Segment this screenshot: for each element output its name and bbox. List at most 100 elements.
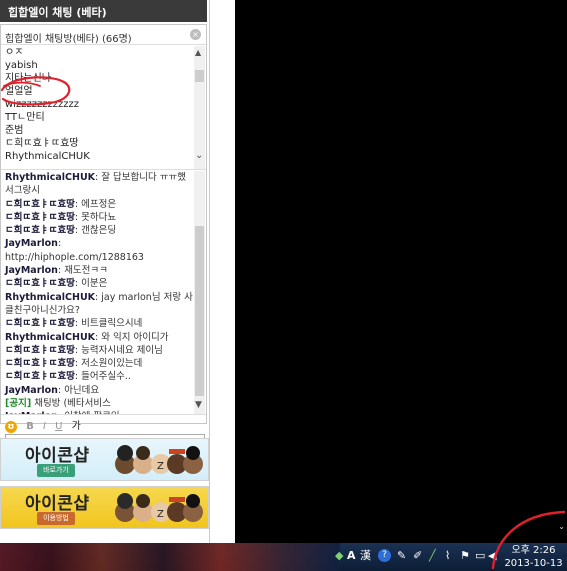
message-nick[interactable]: JayMarlon <box>5 385 58 396</box>
message-text: 아닌데요 <box>64 384 100 396</box>
eraser-icon[interactable]: ╱ <box>429 548 436 564</box>
message-nick[interactable]: ㄷ희ㄸ효ㅑㄸ효땅 <box>5 358 75 369</box>
chat-message: ㄷ희ㄸ효ㅑㄸ효땅: 못하다뇨 <box>1 211 206 224</box>
chat-message: JayMarlon: 아닌데요 <box>1 384 206 397</box>
message-nick[interactable]: [공지] <box>5 398 31 409</box>
message-text: 이분은 <box>81 278 108 290</box>
message-text: 못하다뇨 <box>81 211 117 223</box>
volume-icon[interactable]: ◀ <box>488 548 496 564</box>
svg-text:Z: Z <box>157 461 164 472</box>
user-list-scrollbar[interactable]: ▲ ⌄ <box>194 46 205 169</box>
chat-message: JayMarlon: 재도전ㅋㅋ <box>1 264 206 277</box>
user-list-item[interactable]: 얼얼얼 <box>1 85 206 98</box>
scroll-up-icon[interactable]: ▲ <box>195 48 201 57</box>
brush-icon[interactable]: ⌇ <box>445 548 450 564</box>
message-nick[interactable]: ㄷ희ㄸ효ㅑㄸ효땅 <box>5 345 75 356</box>
user-list-item[interactable]: 준범 <box>1 124 206 137</box>
user-list[interactable]: ㅇㅈ yabish 지타는신나 얼얼얼 wizzzzzzzzzzzz TTㄴ만티 준범 ㄷ희ㄸ… <box>1 46 206 170</box>
svg-text:Z: Z <box>157 509 164 520</box>
message-nick[interactable]: RhythmicalCHUK <box>5 332 95 343</box>
message-text: 에프정은 <box>81 198 117 210</box>
message-text: http://hiphople.com/1288163 <box>5 251 144 263</box>
clock-date: 2013-10-13 <box>504 558 563 569</box>
user-list-item[interactable]: yabish <box>1 59 206 72</box>
chat-message: ㄷ희ㄸ효ㅑㄸ효땅: 저소원이있는데 <box>1 357 206 370</box>
chat-message: ㄷ희ㄸ효ㅑㄸ효땅: 비트클릭으시네 <box>1 317 206 330</box>
system-tray: ◆ A 漢 ? ✎ ✐ ╱ ⌇ ⚑ ▭ ◀ <box>333 543 500 571</box>
character-faces-image: Z <box>115 445 203 474</box>
chat-box: 힙합엘이 채팅방(베타) (66명) × ㅇㅈ yabish 지타는신나 얼얼얼 wiz… <box>0 24 207 448</box>
chevron-down-icon[interactable]: ⌄ <box>195 150 203 161</box>
clock-time: 오후 2:26 <box>511 545 556 556</box>
banner-title: 아이콘샵 <box>25 494 90 514</box>
howto-button[interactable]: 이용방법 <box>37 512 75 525</box>
taskbar: ◆ A 漢 ? ✎ ✐ ╱ ⌇ ⚑ ▭ ◀ 오후 2:26 2013-10-13 <box>0 543 567 571</box>
chat-message: RhythmicalCHUK: 와 익지 아이디가 <box>1 331 206 344</box>
banner-title: 아이콘샵 <box>25 446 90 466</box>
message-list: RhythmicalCHUK: 잘 답보합니다 ㅠㅠ했서그랑시 ㄷ희ㄸ효ㅑㄸ효땅:… <box>1 171 206 414</box>
user-list-item[interactable]: wizzzzzzzzzzzz <box>1 98 206 111</box>
message-nick[interactable]: ㄷ희ㄸ효ㅑㄸ효땅 <box>5 278 75 289</box>
message-text: 들어주실수.. <box>81 371 131 383</box>
bold-button[interactable]: B <box>26 421 34 432</box>
chat-message: RhythmicalCHUK: jay marlon님 저랑 사클친구아니신가요… <box>1 291 206 318</box>
chat-panel: 힙합엘이 채팅 (베타) 힙합엘이 채팅방(베타) (66명) × ㅇㅈ yabi… <box>0 0 210 543</box>
chevron-down-icon[interactable]: ⌄ <box>558 522 565 531</box>
font-button[interactable]: 가 <box>72 417 81 432</box>
message-text: 와 익지 아이디가 <box>101 331 169 343</box>
message-text: 갠찮은딩 <box>81 225 117 237</box>
message-text: 재도전ㅋㅋ <box>64 265 108 277</box>
message-nick[interactable]: JayMarlon <box>5 265 58 276</box>
underline-button[interactable]: U <box>55 421 62 432</box>
message-text: 저소원이있는데 <box>81 358 143 370</box>
chat-message: ㄷ희ㄸ효ㅑㄸ효땅: 에프정은 <box>1 198 206 211</box>
iconshop-banner-howto[interactable]: 아이콘샵 이용방법 Z <box>0 486 209 529</box>
scroll-down-icon[interactable]: ▼ <box>195 400 202 410</box>
italic-button[interactable]: I <box>43 421 46 432</box>
scroll-thumb[interactable] <box>195 226 204 396</box>
message-nick[interactable]: ㄷ희ㄸ효ㅑㄸ효땅 <box>5 212 75 223</box>
message-text: 능력자시네요 제이님 <box>81 344 163 356</box>
go-button[interactable]: 바로가기 <box>37 464 75 477</box>
close-icon[interactable]: × <box>190 29 201 40</box>
scroll-thumb[interactable] <box>195 70 204 82</box>
chat-message: ㄷ희ㄸ효ㅑㄸ효땅: 갠찮은딩 <box>1 224 206 237</box>
chat-message: RhythmicalCHUK: 잘 답보합니다 ㅠㅠ했서그랑시 <box>1 171 206 198</box>
network-icon[interactable]: ▭ <box>475 548 485 564</box>
user-list-item[interactable]: RhythmicalCHUK <box>1 150 206 163</box>
user-list-item[interactable]: TTㄴ만티 <box>1 111 206 124</box>
room-bar: 힙합엘이 채팅방(베타) (66명) × <box>1 25 206 45</box>
message-nick[interactable]: ㄷ희ㄸ효ㅑㄸ효땅 <box>5 199 75 210</box>
language-bar-icon[interactable]: ◆ <box>335 548 343 564</box>
hanja-icon[interactable]: 漢 <box>360 548 371 564</box>
emoticon-icon[interactable]: ʊ <box>5 421 17 433</box>
format-toolbar: ʊ B I U 가 <box>1 414 206 433</box>
message-nick[interactable]: ㄷ희ㄸ효ㅑㄸ효땅 <box>5 318 75 329</box>
message-container: RhythmicalCHUK: 잘 답보합니다 ㅠㅠ했서그랑시 ㄷ희ㄸ효ㅑㄸ효땅:… <box>1 171 206 414</box>
ime-mode-icon[interactable]: A <box>347 548 356 564</box>
chat-message: ㄷ희ㄸ효ㅑㄸ효땅: 이분은 <box>1 277 206 290</box>
chat-message: [공지] 채팅방 (베타서비스 <box>1 397 206 410</box>
message-scrollbar[interactable]: ▼ <box>194 171 205 414</box>
iconshop-banner-go[interactable]: 아이콘샵 바로가기 Z <box>0 438 209 481</box>
chat-message: JayMarlon: http://hiphople.com/1288163 <box>1 237 206 264</box>
pen-icon[interactable]: ✐ <box>413 548 422 564</box>
message-nick[interactable]: RhythmicalCHUK <box>5 292 95 303</box>
user-list-item[interactable]: ㅇㅈ <box>1 46 206 59</box>
user-list-item[interactable]: 지타는신나 <box>1 72 206 85</box>
message-nick[interactable]: JayMarlon <box>5 238 58 249</box>
tools-icon[interactable]: ✎ <box>397 548 406 564</box>
chat-message: ㄷ희ㄸ효ㅑㄸ효땅: 들어주실수.. <box>1 370 206 383</box>
message-nick[interactable]: ㄷ희ㄸ효ㅑㄸ효땅 <box>5 371 75 382</box>
room-label: 힙합엘이 채팅방(베타) (66명) <box>5 34 132 45</box>
taskbar-background-image <box>0 543 340 571</box>
message-nick[interactable]: RhythmicalCHUK <box>5 172 95 183</box>
chat-header: 힙합엘이 채팅 (베타) <box>0 0 207 22</box>
user-list-items: ㅇㅈ yabish 지타는신나 얼얼얼 wizzzzzzzzzzzz TTㄴ만티 준범 ㄷ희ㄸ… <box>1 46 206 163</box>
clock[interactable]: 오후 2:26 2013-10-13 <box>500 544 567 571</box>
help-icon[interactable]: ? <box>378 549 391 562</box>
user-list-item[interactable]: ㄷ희ㄸ효ㅑㄸ효땅 <box>1 137 206 150</box>
message-nick[interactable]: ㄷ희ㄸ효ㅑㄸ효땅 <box>5 225 75 236</box>
flag-icon[interactable]: ⚑ <box>460 548 470 564</box>
video-viewport[interactable]: ⌄ <box>235 0 567 543</box>
